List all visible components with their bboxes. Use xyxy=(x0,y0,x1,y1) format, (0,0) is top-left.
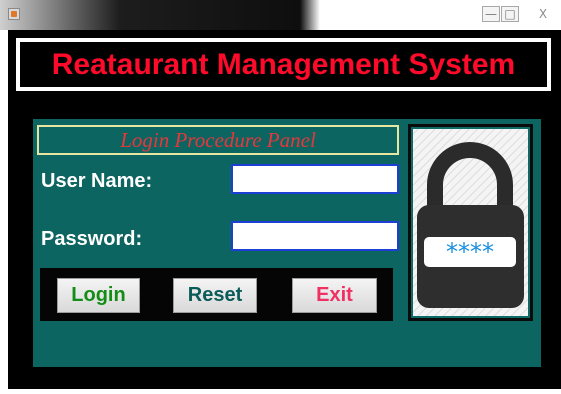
password-input[interactable] xyxy=(231,221,399,251)
window-title-bar: — □ X xyxy=(0,0,561,30)
masked-password-text: **** xyxy=(446,238,494,266)
close-button[interactable]: X xyxy=(533,6,553,22)
password-label: Password: xyxy=(41,228,143,250)
padlock-icon: **** xyxy=(413,129,528,316)
header-banner: Reataurant Management System xyxy=(16,38,551,91)
login-panel-title: Login Procedure Panel xyxy=(37,125,399,155)
username-label: User Name: xyxy=(41,170,153,192)
lock-image: **** xyxy=(411,127,530,318)
login-button[interactable]: Login xyxy=(57,278,140,313)
exit-button[interactable]: Exit xyxy=(292,278,377,313)
java-app-icon xyxy=(8,8,20,20)
minimize-button[interactable]: — xyxy=(482,6,500,22)
reset-button[interactable]: Reset xyxy=(173,278,257,313)
header-inner: Reataurant Management System xyxy=(20,42,547,87)
maximize-button[interactable]: □ xyxy=(501,6,519,22)
app-title: Reataurant Management System xyxy=(51,47,516,81)
lock-image-frame: **** xyxy=(408,124,533,321)
username-input[interactable] xyxy=(231,164,399,194)
